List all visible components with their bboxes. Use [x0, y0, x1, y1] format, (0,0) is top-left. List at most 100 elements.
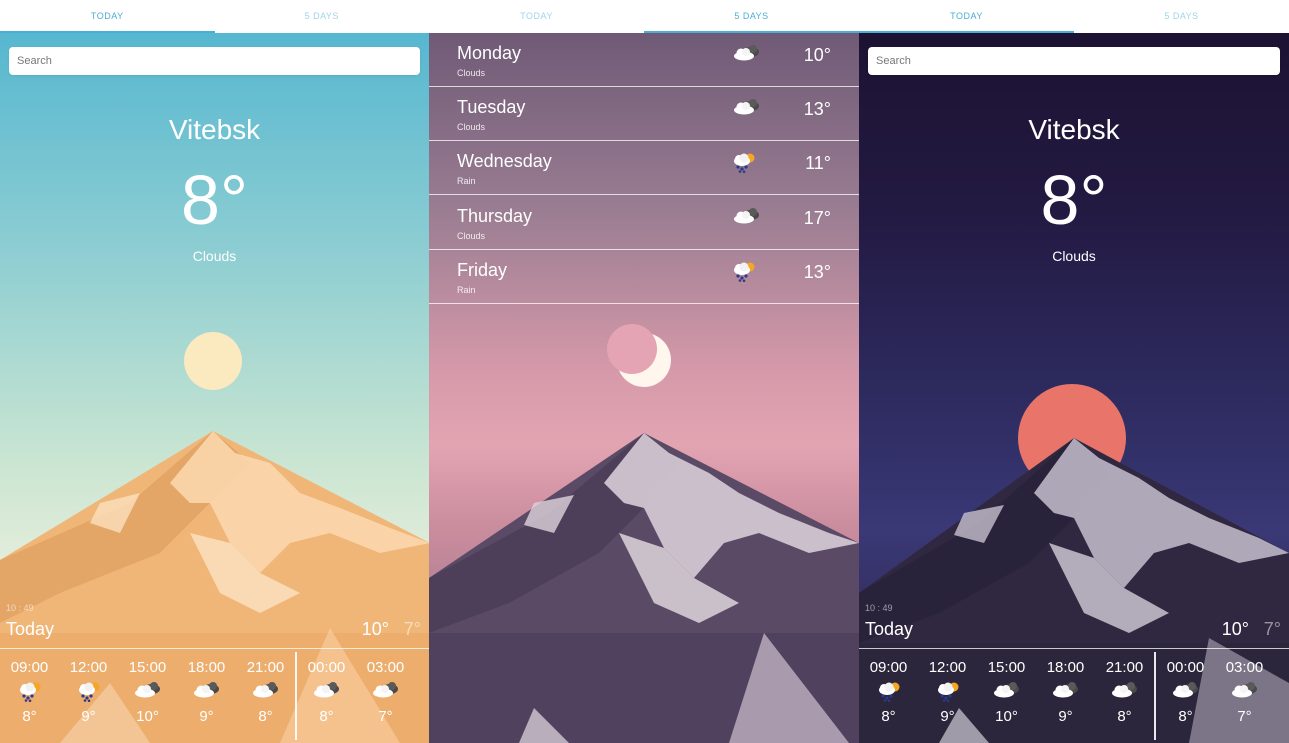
tab-today[interactable]: TODAY [859, 0, 1074, 33]
hour-temperature: 8° [319, 708, 334, 725]
tab-5-days[interactable]: 5 DAYS [644, 0, 859, 33]
cloud-icon [297, 680, 356, 706]
current-condition: Clouds [192, 248, 237, 264]
rain-sun-icon [0, 680, 59, 706]
hour-item[interactable]: 00:00 8° [297, 652, 356, 725]
day-condition: Clouds [457, 122, 486, 133]
hour-item[interactable]: 03:00 7° [356, 652, 415, 725]
tab-5-days-label: 5 DAYS [734, 11, 769, 21]
day-temperature: 13° [803, 99, 831, 120]
tab-today[interactable]: TODAY [0, 0, 215, 33]
cloud-icon [1215, 680, 1274, 706]
tab-5-days-label: 5 DAYS [1164, 11, 1199, 21]
day-name: Tuesday [457, 97, 526, 118]
hour-label: 03:00 [366, 659, 405, 676]
hour-temperature: 10° [995, 708, 1018, 725]
hour-label: 00:00 [307, 659, 346, 676]
city-name: Vitebsk [168, 114, 261, 145]
hour-label: 09:00 [869, 659, 908, 676]
hour-item[interactable]: 12:00 9° [59, 652, 118, 725]
low-temperature: 7° [1263, 619, 1281, 639]
today-label: Today [6, 619, 55, 639]
hour-temperature: 10° [136, 708, 159, 725]
day-row[interactable]: Thursday Clouds 17° [429, 196, 859, 250]
hour-item[interactable]: 12:00 9° [918, 652, 977, 725]
day-temperature: 11° [805, 153, 831, 174]
today-night-screen: TODAY 5 DAYS Vitebsk 8° Clouds 10 : 49 T… [859, 0, 1289, 743]
day-separator [295, 652, 297, 740]
high-temperature: 10° [361, 619, 389, 639]
hour-temperature: 9° [940, 708, 955, 725]
tab-indicator [859, 31, 1074, 33]
tab-today-label: TODAY [520, 11, 553, 21]
day-name: Wednesday [457, 151, 552, 172]
rain-sun-icon [731, 151, 757, 178]
hour-item[interactable]: 03:00 7° [1215, 652, 1274, 725]
hourly-forecast[interactable]: 09:00 8° 12:00 9° 15:00 10° 18:00 9° 21:00 8° 00:0… [859, 652, 1289, 743]
day-condition: Rain [457, 284, 476, 295]
hour-label: 21:00 [246, 659, 285, 676]
tab-5-days[interactable]: 5 DAYS [1074, 0, 1289, 33]
tab-bar: TODAY 5 DAYS [429, 0, 859, 33]
tab-today-label: TODAY [950, 11, 983, 21]
tab-indicator [0, 31, 215, 33]
hour-item[interactable]: 09:00 8° [0, 652, 59, 725]
cloud-icon [731, 206, 763, 231]
hour-label: 12:00 [928, 659, 967, 676]
divider [859, 648, 1289, 649]
cloud-icon [1095, 680, 1154, 706]
day-row[interactable]: Friday Rain 13° [429, 250, 859, 304]
hourly-forecast[interactable]: 09:00 8° 12:00 9° 15:00 10° 18:00 9° 21:00 8° 00:0… [0, 652, 429, 743]
cloud-icon [177, 680, 236, 706]
hour-temperature: 7° [378, 708, 393, 725]
tab-bar: TODAY 5 DAYS [0, 0, 429, 33]
rain-sun-icon [859, 680, 918, 706]
hour-label: 18:00 [187, 659, 226, 676]
tab-today-label: TODAY [90, 11, 124, 21]
cloud-icon [1156, 680, 1215, 706]
day-row[interactable]: Monday Clouds 10° [429, 33, 859, 87]
rain-sun-icon [59, 680, 118, 706]
cloud-icon [1036, 680, 1095, 706]
hour-item[interactable]: 18:00 9° [1036, 652, 1095, 725]
hour-item[interactable]: 21:00 8° [1095, 652, 1154, 725]
hour-item[interactable]: 21:00 8° [236, 652, 295, 725]
current-time: 10 : 49 [865, 603, 893, 613]
hour-label: 12:00 [69, 659, 108, 676]
day-condition: Clouds [457, 230, 486, 241]
tab-bar: TODAY 5 DAYS [859, 0, 1289, 33]
day-temperature: 10° [803, 45, 831, 65]
today-label: Today [865, 619, 914, 639]
day-row[interactable]: Wednesday Rain 11° [429, 141, 859, 196]
hour-item[interactable]: 00:00 8° [1156, 652, 1215, 725]
search-input[interactable] [9, 47, 420, 75]
hour-temperature: 8° [881, 708, 896, 725]
hour-temperature: 8° [1117, 708, 1132, 725]
day-name: Friday [457, 259, 508, 280]
hour-item[interactable]: 15:00 10° [118, 652, 177, 725]
day-row[interactable]: Tuesday Clouds 13° [429, 87, 859, 142]
divider [0, 648, 429, 649]
tab-today[interactable]: TODAY [429, 0, 644, 33]
hour-label: 03:00 [1225, 659, 1264, 676]
hour-label: 00:00 [1166, 659, 1205, 676]
hour-item[interactable]: 09:00 8° [859, 652, 918, 725]
hour-temperature: 8° [258, 708, 273, 725]
rain-sun-icon [731, 260, 757, 287]
tab-5-days[interactable]: 5 DAYS [215, 0, 430, 33]
hour-temperature: 9° [81, 708, 96, 725]
cloud-icon [118, 680, 177, 706]
hour-temperature: 8° [1178, 708, 1193, 725]
tab-5-days-label: 5 DAYS [304, 11, 339, 21]
hour-label: 09:00 [10, 659, 49, 676]
sun-icon [184, 332, 242, 390]
hour-label: 21:00 [1105, 659, 1144, 676]
day-temperature: 17° [803, 207, 831, 228]
cloud-icon [236, 680, 295, 706]
hour-temperature: 9° [1058, 708, 1073, 725]
hour-item[interactable]: 15:00 10° [977, 652, 1036, 725]
search-input[interactable] [868, 47, 1280, 75]
cloud-icon [977, 680, 1036, 706]
hour-item[interactable]: 18:00 9° [177, 652, 236, 725]
tab-indicator [644, 31, 859, 33]
